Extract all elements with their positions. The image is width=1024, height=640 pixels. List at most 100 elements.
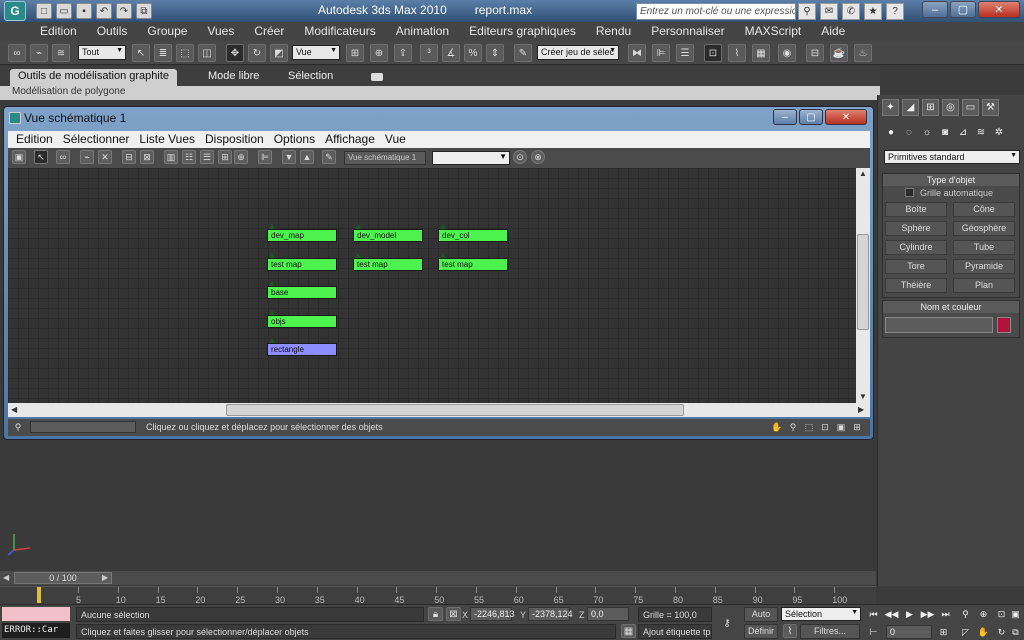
- preferences-icon[interactable]: ✎: [322, 150, 336, 164]
- object-color-swatch[interactable]: [997, 317, 1011, 333]
- percent-snap-icon[interactable]: %: [464, 44, 482, 62]
- set-key-button[interactable]: Définir C.: [744, 624, 778, 640]
- pyramid-button[interactable]: Pyramide: [953, 259, 1015, 274]
- tube-button[interactable]: Tube: [953, 240, 1015, 255]
- autogrid-checkbox[interactable]: Grille automatique: [883, 186, 1019, 198]
- named-selection-set-select[interactable]: Créer jeu de sélec: [537, 45, 619, 60]
- key-mode-icon[interactable]: ⌇: [783, 624, 797, 638]
- key-filter-select[interactable]: Sélection: [781, 607, 861, 621]
- collapse-selected-icon[interactable]: ▲: [300, 150, 314, 164]
- teapot-button[interactable]: Théière: [885, 278, 947, 293]
- menu-animation[interactable]: Animation: [386, 22, 459, 41]
- time-tag-icon[interactable]: ▦: [621, 624, 636, 638]
- schematic-menu-affichage[interactable]: Affichage: [320, 131, 380, 148]
- app-logo-icon[interactable]: G: [4, 1, 26, 21]
- menu-rendu[interactable]: Rendu: [586, 22, 641, 41]
- edit-named-selection-icon[interactable]: ✎: [514, 44, 532, 62]
- schematic-horizontal-scrollbar[interactable]: ◀ ▶: [8, 403, 870, 417]
- motion-tab-icon[interactable]: ◎: [942, 99, 959, 116]
- maxscript-listener-mini[interactable]: [2, 607, 70, 621]
- window-crossing-icon[interactable]: ◫: [198, 44, 216, 62]
- curve-editor-icon[interactable]: ⌇: [728, 44, 746, 62]
- connect-icon[interactable]: ∞: [56, 150, 70, 164]
- field-of-view-icon[interactable]: ◸: [958, 625, 973, 639]
- pivot-center-icon[interactable]: ⊞: [346, 44, 364, 62]
- go-to-start-icon[interactable]: ⏮: [866, 607, 881, 621]
- free-selected-icon[interactable]: ⊕: [234, 150, 248, 164]
- geosphere-button[interactable]: Géosphère: [953, 221, 1015, 236]
- scroll-up-icon[interactable]: ▲: [859, 169, 867, 178]
- auto-key-button[interactable]: Auto: [744, 607, 778, 622]
- binoculars-icon[interactable]: ⚲: [798, 3, 816, 20]
- spinner-snap-icon[interactable]: ⇕: [486, 44, 504, 62]
- shapes-icon[interactable]: ◌: [902, 125, 916, 139]
- schematic-menu-liste-vues[interactable]: Liste Vues: [134, 131, 200, 148]
- rendered-frame-window-icon[interactable]: ⊟: [806, 44, 824, 62]
- object-category-select[interactable]: Primitives standard: [884, 150, 1020, 164]
- previous-key-icon[interactable]: ◀◀: [884, 607, 899, 621]
- reference-coordinate-select[interactable]: Vue: [292, 45, 340, 60]
- current-frame-field[interactable]: 0: [886, 625, 932, 639]
- y-coordinate[interactable]: -2378,124: [528, 607, 573, 621]
- zoom-to-bookmark-icon[interactable]: ⊙: [513, 150, 527, 164]
- render-iterative-icon[interactable]: ♨: [854, 44, 872, 62]
- expand-selected-icon[interactable]: ▼: [282, 150, 296, 164]
- geometry-icon[interactable]: ●: [884, 125, 898, 139]
- render-production-icon[interactable]: ☕: [830, 44, 848, 62]
- menu-personnaliser[interactable]: Personnaliser: [641, 22, 734, 41]
- open-folder-icon[interactable]: ▭: [56, 3, 72, 19]
- scroll-left-icon[interactable]: ◀: [11, 405, 17, 414]
- time-slider-thumb[interactable]: 0 / 100: [14, 572, 112, 584]
- maxscript-error-text[interactable]: ERROR::Car: [2, 623, 70, 638]
- time-slider[interactable]: 0 / 100 ◀ ▶: [0, 571, 876, 585]
- references-mode-icon[interactable]: ⊠: [140, 150, 154, 164]
- favorites-star-icon[interactable]: ★: [864, 3, 882, 20]
- always-arrange-icon[interactable]: ▥: [164, 150, 178, 164]
- zoom-extents-nav-icon[interactable]: ⊡: [994, 607, 1009, 621]
- node-rectangle[interactable]: rectangle: [267, 338, 337, 356]
- search-input[interactable]: Entrez un mot-clé ou une expression: [636, 3, 796, 20]
- menu-creer[interactable]: Créer: [244, 22, 294, 41]
- angle-snap-icon[interactable]: ∡: [442, 44, 460, 62]
- create-tab-icon[interactable]: ✦: [882, 99, 899, 116]
- material-editor-icon[interactable]: ▦: [752, 44, 770, 62]
- render-setup-icon[interactable]: ◉: [778, 44, 796, 62]
- schematic-vertical-scrollbar[interactable]: ▲ ▼: [856, 168, 870, 403]
- zoom-extents-selected-icon[interactable]: ▣: [834, 420, 848, 434]
- lights-icon[interactable]: ☼: [920, 125, 934, 139]
- tab-graphite-modeling-tools[interactable]: Outils de modélisation graphite: [10, 69, 178, 86]
- sphere-button[interactable]: Sphère: [885, 221, 947, 236]
- name-color-title[interactable]: Nom et couleur: [883, 301, 1019, 313]
- maximize-viewport-icon[interactable]: ⧉: [1008, 625, 1023, 639]
- remove-bookmark-icon[interactable]: ⊗: [531, 150, 545, 164]
- rotate-icon[interactable]: ↻: [248, 44, 266, 62]
- project-folder-icon[interactable]: ⧉: [136, 3, 152, 19]
- horizontal-scroll-thumb[interactable]: [226, 404, 684, 416]
- undo-icon[interactable]: ↶: [96, 3, 112, 19]
- utilities-tab-icon[interactable]: ⚒: [982, 99, 999, 116]
- menu-modificateurs[interactable]: Modificateurs: [294, 22, 385, 41]
- add-time-tag-button[interactable]: Ajout étiquette tps: [638, 624, 712, 639]
- pan-to-selected-icon[interactable]: ⊞: [850, 420, 864, 434]
- absolute-mode-icon[interactable]: ⊠: [446, 607, 461, 621]
- torus-button[interactable]: Tore: [885, 259, 947, 274]
- hierarchy-tab-icon[interactable]: ⊞: [922, 99, 939, 116]
- schematic-menu-selectionner[interactable]: Sélectionner: [58, 131, 135, 148]
- schematic-view-icon[interactable]: ⊡: [704, 44, 722, 62]
- display-floater-icon[interactable]: ▣: [12, 150, 26, 164]
- subscription-key-icon[interactable]: ✉: [820, 3, 838, 20]
- menu-aide[interactable]: Aide: [811, 22, 855, 41]
- zoom-region-icon[interactable]: ⬚: [802, 420, 816, 434]
- snap-toggle-icon[interactable]: ³: [420, 44, 438, 62]
- unlink-icon[interactable]: ⌁: [30, 44, 48, 62]
- zoom-extents-all-nav-icon[interactable]: ▣: [1008, 607, 1023, 621]
- key-mode-toggle-icon[interactable]: ⊢: [866, 625, 881, 639]
- key-filters-button[interactable]: Filtres...: [800, 624, 860, 639]
- schematic-menu-disposition[interactable]: Disposition: [200, 131, 269, 148]
- object-name-input[interactable]: [885, 317, 993, 333]
- rectangular-region-icon[interactable]: ⬚: [176, 44, 194, 62]
- key-icon[interactable]: ⚷: [716, 613, 738, 633]
- keyboard-shortcut-icon[interactable]: ⇪: [394, 44, 412, 62]
- select-icon[interactable]: ↖: [34, 150, 48, 164]
- node-dev-map[interactable]: dev_map: [267, 224, 337, 242]
